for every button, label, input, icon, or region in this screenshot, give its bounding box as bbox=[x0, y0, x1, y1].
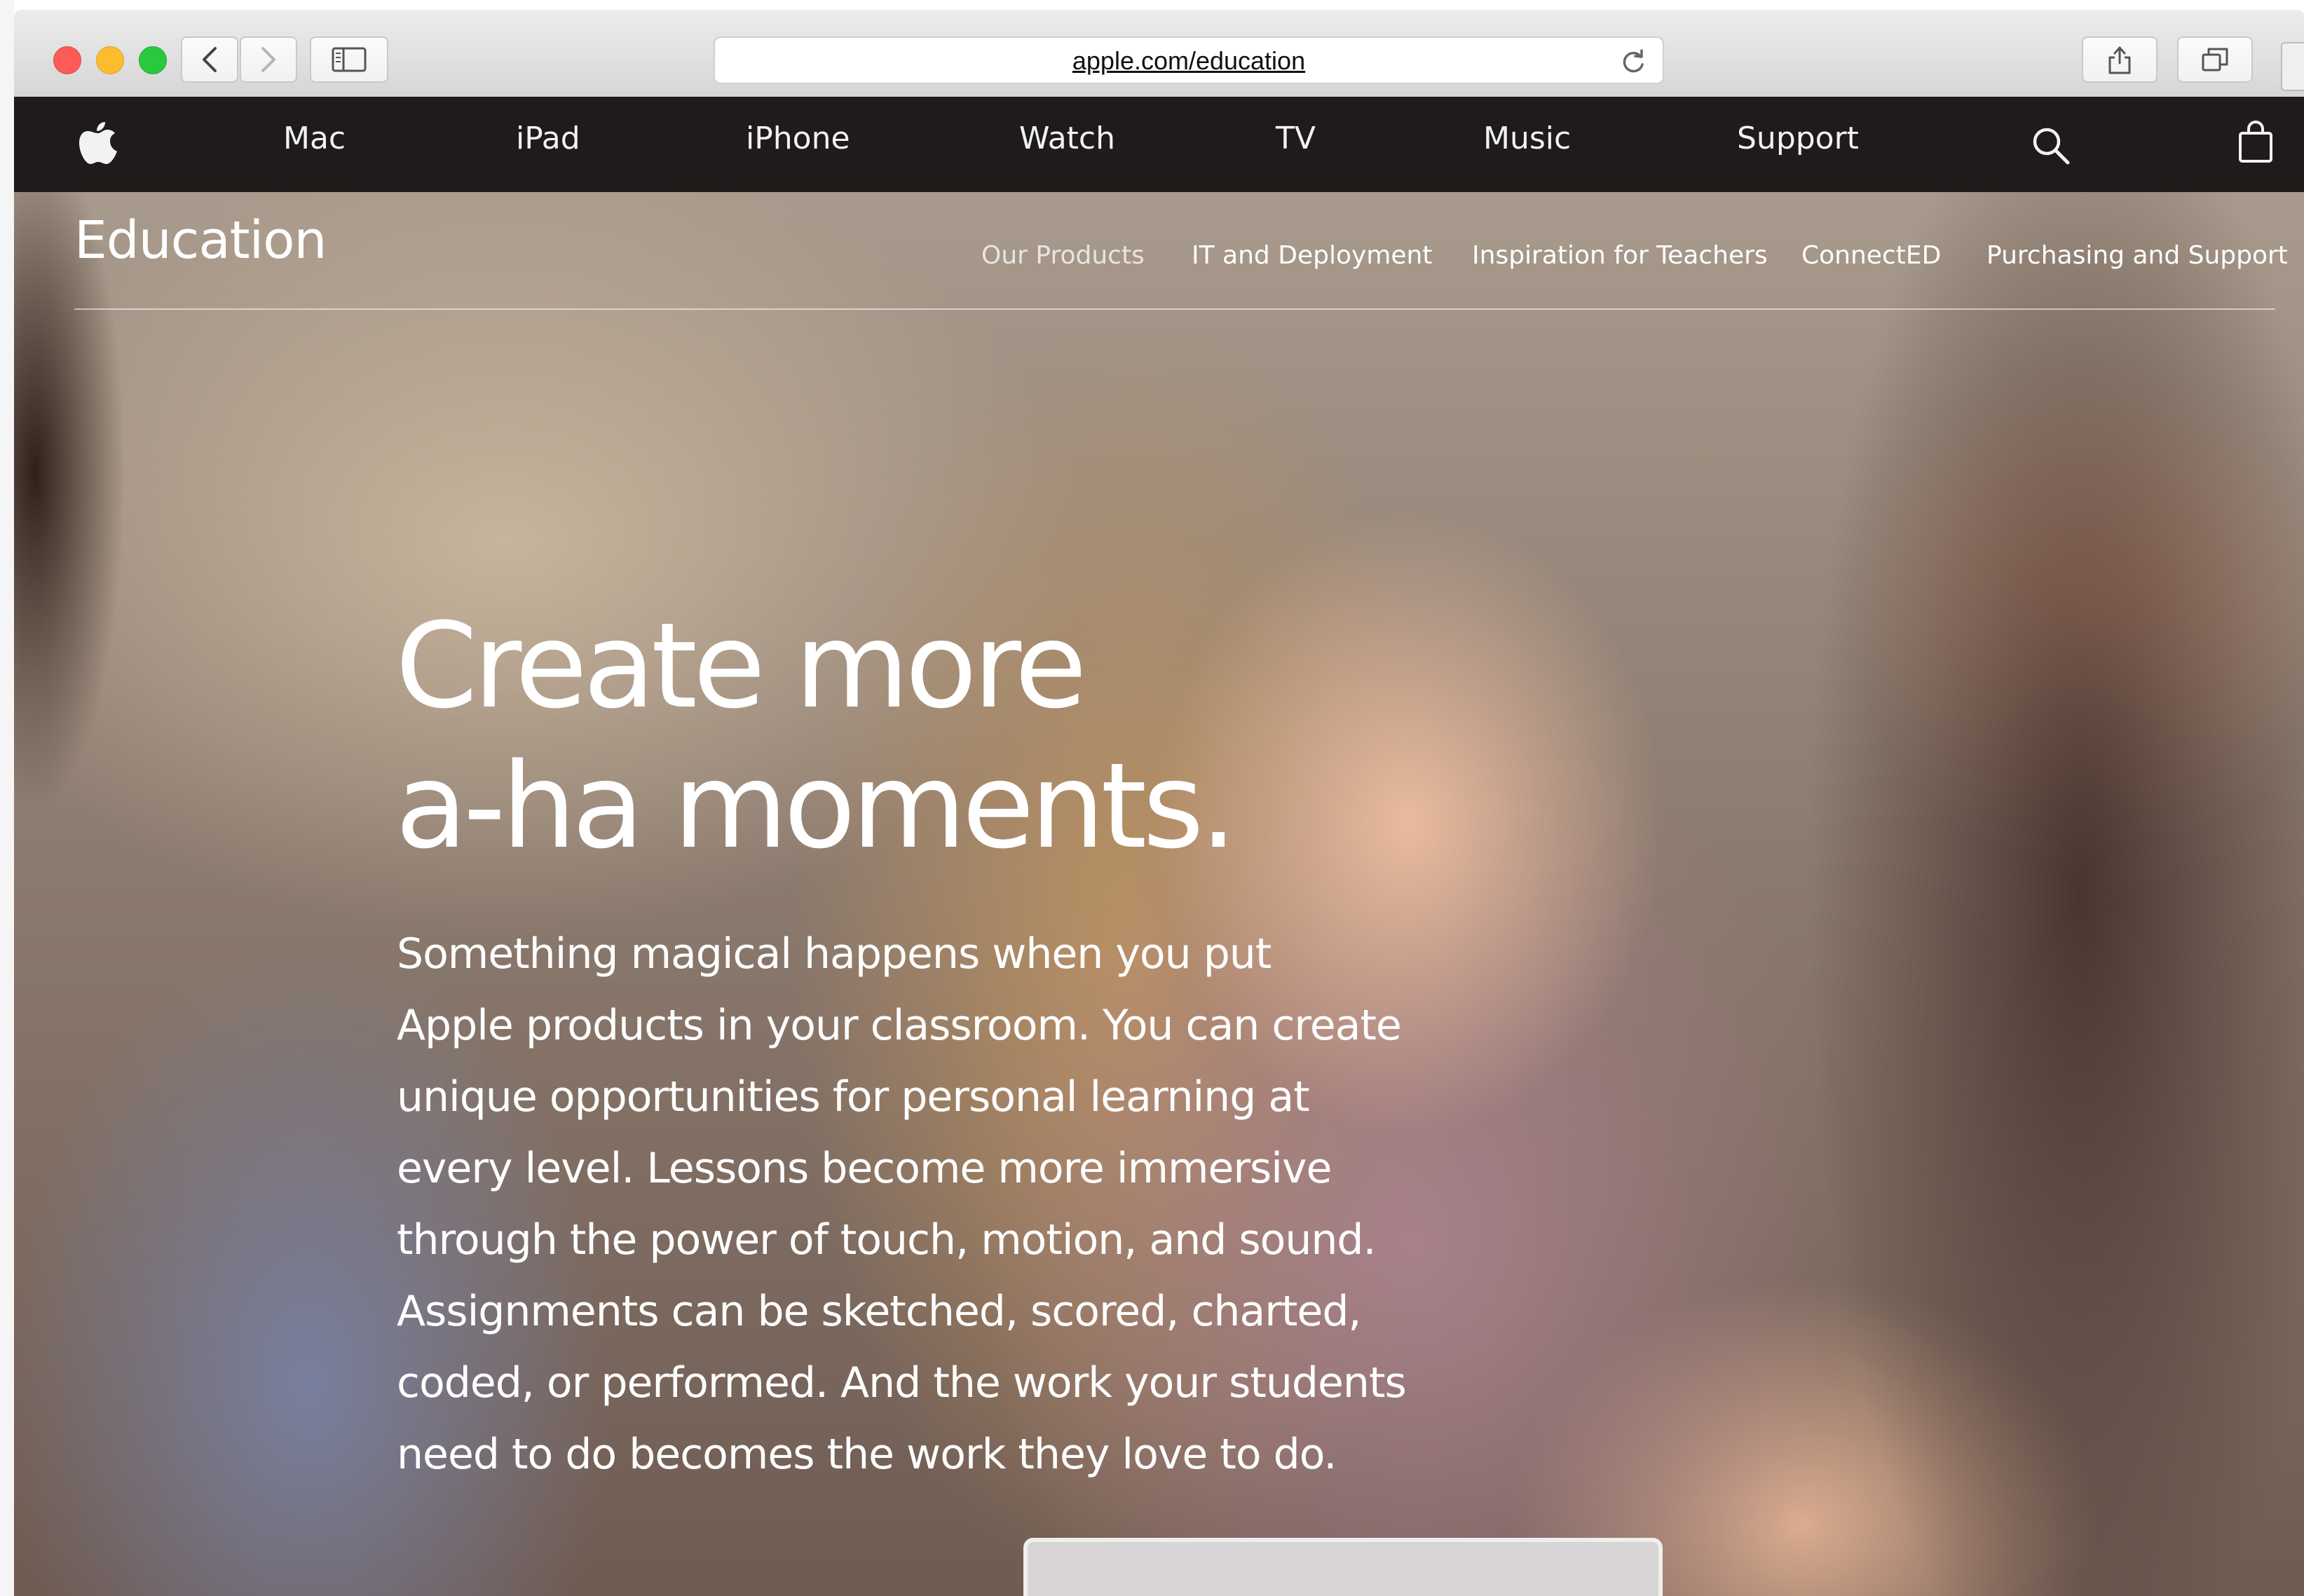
gnav-item-mac[interactable]: Mac bbox=[283, 121, 346, 156]
headline-line: a-ha moments. bbox=[395, 737, 1237, 875]
url-text[interactable]: apple.com/education bbox=[715, 46, 1663, 76]
body-line: unique opportunities for personal learni… bbox=[397, 1072, 1310, 1121]
address-bar[interactable]: apple.com/education bbox=[714, 36, 1664, 84]
sidebar-toggle-button[interactable] bbox=[310, 36, 388, 83]
hero-body-copy: Something magical happens when you put A… bbox=[397, 918, 1448, 1490]
body-line: coded, or performed. And the work your s… bbox=[397, 1358, 1407, 1407]
body-line: through the power of touch, motion, and … bbox=[397, 1215, 1377, 1264]
reload-icon[interactable] bbox=[1619, 48, 1647, 76]
share-icon bbox=[2108, 46, 2131, 74]
gnav-item-ipad[interactable]: iPad bbox=[516, 121, 580, 156]
gnav-item-iphone[interactable]: iPhone bbox=[746, 121, 850, 156]
forward-button[interactable] bbox=[240, 36, 297, 83]
gnav-item-watch[interactable]: Watch bbox=[1019, 121, 1115, 156]
body-line: every level. Lessons become more immersi… bbox=[397, 1144, 1332, 1193]
ipad-photo-detail bbox=[1023, 1538, 1663, 1596]
body-line: Assignments can be sketched, scored, cha… bbox=[397, 1287, 1362, 1336]
sidebar-icon bbox=[332, 47, 367, 72]
localnav-purchasing-support[interactable]: Purchasing and Support bbox=[1986, 241, 2288, 270]
localnav-our-products[interactable]: Our Products bbox=[981, 241, 1145, 270]
browser-toolbar: apple.com/education bbox=[14, 10, 2304, 98]
minimize-window-button[interactable] bbox=[96, 46, 124, 74]
body-line: Something magical happens when you put bbox=[397, 929, 1272, 978]
zoom-window-button[interactable] bbox=[139, 46, 167, 74]
chevron-right-icon bbox=[261, 47, 275, 72]
localnav-divider bbox=[74, 308, 2275, 310]
chevron-left-icon bbox=[203, 47, 217, 72]
close-window-button[interactable] bbox=[53, 46, 81, 74]
body-line: need to do becomes the work they love to… bbox=[397, 1430, 1337, 1479]
localnav-connected[interactable]: ConnectED bbox=[1801, 241, 1941, 270]
apple-logo-icon[interactable] bbox=[79, 119, 118, 165]
gnav-item-support[interactable]: Support bbox=[1737, 121, 1859, 156]
photo-shadow bbox=[14, 192, 126, 823]
localnav-inspiration-teachers[interactable]: Inspiration for Teachers bbox=[1472, 241, 1768, 270]
global-nav: Mac iPad iPhone Watch TV Music Support bbox=[14, 97, 2304, 192]
tabs-overview-button[interactable] bbox=[2177, 36, 2253, 83]
browser-window: apple.com/education Mac iPad iPhone Watc… bbox=[0, 0, 2304, 1596]
headline-line: Create more bbox=[395, 597, 1087, 735]
hero-headline: Create more a-ha moments. bbox=[395, 596, 1377, 876]
gnav-item-tv[interactable]: TV bbox=[1276, 121, 1316, 156]
share-button[interactable] bbox=[2082, 36, 2158, 83]
new-tab-button[interactable] bbox=[2281, 42, 2304, 91]
localnav-it-deployment[interactable]: IT and Deployment bbox=[1192, 241, 1432, 270]
window-edge bbox=[0, 0, 14, 1596]
search-icon[interactable] bbox=[2031, 126, 2071, 165]
shopping-bag-icon[interactable] bbox=[2237, 121, 2274, 164]
localnav-title[interactable]: Education bbox=[74, 210, 327, 271]
body-line: Apple products in your classroom. You ca… bbox=[397, 1001, 1402, 1050]
tabs-icon bbox=[2202, 48, 2228, 71]
gnav-item-music[interactable]: Music bbox=[1483, 121, 1571, 156]
back-button[interactable] bbox=[181, 36, 238, 83]
